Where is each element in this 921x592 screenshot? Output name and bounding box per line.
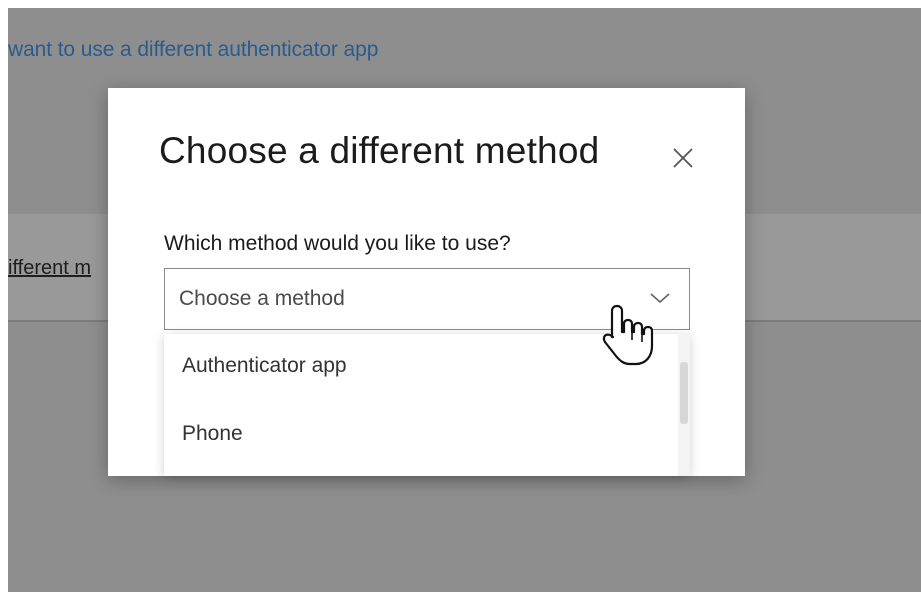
- chevron-down-icon: [650, 293, 670, 304]
- method-question-label: Which method would you like to use?: [164, 232, 511, 255]
- different-method-link[interactable]: ifferent m: [8, 257, 91, 280]
- option-phone[interactable]: Phone: [164, 402, 690, 468]
- close-button[interactable]: [668, 143, 698, 173]
- dialog-title: Choose a different method: [159, 130, 600, 171]
- option-label: Phone: [182, 422, 243, 445]
- method-select-placeholder: Choose a method: [179, 287, 345, 310]
- method-dropdown-list: Authenticator app Phone: [164, 334, 690, 476]
- dropdown-scrollbar-thumb[interactable]: [680, 362, 688, 424]
- method-select[interactable]: Choose a method: [164, 268, 690, 330]
- option-authenticator-app[interactable]: Authenticator app: [164, 334, 690, 400]
- dropdown-scrollbar[interactable]: [678, 334, 690, 476]
- choose-method-dialog: Choose a different method Which method w…: [108, 88, 745, 476]
- close-icon: [673, 148, 693, 168]
- option-label: Authenticator app: [182, 354, 347, 377]
- use-different-app-link[interactable]: want to use a different authenticator ap…: [8, 38, 378, 62]
